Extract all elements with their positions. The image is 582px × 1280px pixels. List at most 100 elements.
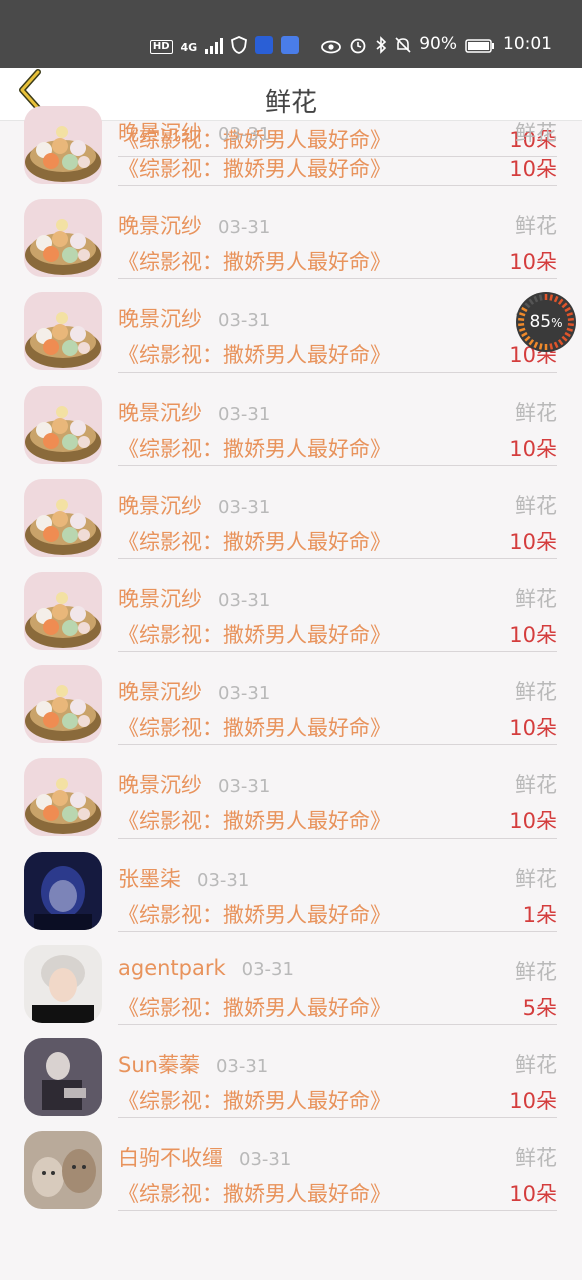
book-title: 《综影视：撒娇男人最好命》	[118, 343, 391, 368]
gauge-tick	[549, 343, 554, 350]
gift-date: 03-31	[241, 958, 294, 980]
book-title: 《综影视：撒娇男人最好命》	[118, 1088, 391, 1113]
gauge-tick	[549, 294, 554, 301]
gift-date: 03-31	[215, 1055, 269, 1077]
list-item[interactable]: Sun蓁蓁 03-31 鲜花 《综影视：撒娇男人最好命》 10朵	[0, 1025, 582, 1119]
gauge-unit: %	[551, 316, 563, 330]
gauge-tick	[553, 341, 559, 349]
book-title: 《综影视：撒娇男人最好命》	[118, 809, 391, 834]
battery-percent: 90%	[419, 34, 457, 54]
gauge-tick	[566, 327, 574, 332]
gift-amount: 1朵	[522, 902, 557, 927]
hd-indicator: HD	[149, 40, 173, 54]
list-item[interactable]: 张墨柒 03-31 鲜花《综影视：撒娇男人最好命》 1朵	[0, 839, 582, 932]
gift-amount: 10朵	[509, 1182, 557, 1207]
gift-amount: 10朵	[509, 436, 557, 461]
gift-amount: 10朵	[509, 809, 557, 834]
gauge-tick	[538, 294, 543, 301]
avatar[interactable]	[24, 851, 102, 930]
gift-amount: 10朵	[509, 529, 557, 554]
gift-type: 鲜花	[515, 1146, 557, 1171]
book-title: 《综影视：撒娇男人最好命》	[118, 902, 391, 927]
list-item[interactable]: agentpark 03-31 鲜花 《综影视：撒娇男人最好命》 5朵	[0, 932, 582, 1025]
sender-name[interactable]: 白驹不收缰	[118, 1146, 223, 1170]
sender-name[interactable]: 晚景沉纱	[118, 214, 202, 238]
list-item[interactable]: 晚景沉纱03-31鲜花《综影视：撒娇男人最好命》10朵	[0, 93, 582, 187]
avatar[interactable]	[24, 1131, 102, 1210]
gauge-tick	[538, 343, 543, 350]
book-title: 《综影视：撒娇男人最好命》	[118, 250, 391, 275]
list-item[interactable]: 晚景沉纱03-31鲜花《综影视：撒娇男人最好命》10朵	[0, 466, 582, 559]
sender-name[interactable]: 晚景沉纱	[118, 401, 202, 425]
gauge-tick	[528, 298, 535, 305]
gauge-tick	[524, 302, 531, 309]
gauge-tick	[518, 327, 526, 332]
gift-date: 03-31	[218, 403, 271, 425]
sender-name[interactable]: 晚景沉纱	[118, 307, 202, 331]
gauge-tick	[567, 323, 574, 327]
gauge-tick	[553, 295, 559, 303]
book-title: 《综影视：撒娇男人最好命》	[118, 436, 391, 461]
gift-type: 鲜花	[515, 586, 557, 611]
gift-type: 鲜花	[515, 214, 557, 239]
book-title: 《综影视：撒娇男人最好命》	[118, 529, 391, 554]
avatar[interactable]	[24, 1037, 102, 1116]
gift-date: 03-31	[218, 217, 271, 239]
music-app-icon	[281, 36, 300, 54]
avatar[interactable]	[24, 758, 102, 837]
gauge-tick	[528, 339, 535, 346]
list-item[interactable]: 晚景沉纱03-31鲜花《综影视：撒娇男人最好命》10朵	[0, 186, 582, 280]
gauge-tick	[561, 335, 568, 342]
gift-type: 鲜花	[515, 680, 557, 705]
sender-name[interactable]: 晚景沉纱	[118, 121, 202, 145]
alarm-icon	[349, 36, 367, 54]
list-item[interactable]: 晚景沉纱03-31鲜花《综影视：撒娇男人最好命》10朵	[0, 745, 582, 839]
status-bar: HD 4G 90% 10:01	[0, 0, 582, 68]
gift-date: 03-31	[197, 869, 250, 891]
avatar[interactable]	[24, 478, 102, 557]
gauge-tick	[533, 341, 539, 349]
sender-name[interactable]: 晚景沉纱	[118, 587, 202, 611]
sender-name[interactable]: 晚景沉纱	[118, 680, 202, 704]
book-title: 《综影视：撒娇男人最好命》	[118, 995, 391, 1020]
list-item[interactable]: 晚景沉纱03-31鲜花《综影视：撒娇男人最好命》10朵	[0, 652, 582, 746]
gift-list[interactable]: 晚景沉纱 03-31 鲜花 《综影视：撒娇男人最好命》 10朵 晚景沉纱 03-31 鲜花 《综…	[0, 93, 582, 1212]
avatar[interactable]	[24, 571, 102, 650]
list-item[interactable]: 白驹不收缰 03-31 鲜花 《综影视：撒娇男人最好命》 10朵	[0, 1118, 582, 1212]
gift-date: 03-31	[239, 1149, 292, 1171]
gauge-tick	[524, 335, 531, 342]
avatar[interactable]	[24, 385, 102, 464]
gauge-tick	[564, 306, 571, 313]
gift-type: 鲜花	[515, 1052, 557, 1077]
gift-type: 鲜花	[515, 773, 557, 798]
gauge-tick	[557, 339, 564, 346]
gift-date: 03-31	[218, 683, 271, 705]
gauge-tick	[518, 312, 526, 317]
floating-gauge[interactable]: 85%	[516, 292, 576, 352]
gauge-tick	[564, 331, 571, 338]
mute-bell-icon	[395, 36, 411, 54]
sender-name[interactable]: 晚景沉纱	[118, 494, 202, 518]
sender-name[interactable]: 张墨柒	[118, 867, 181, 891]
avatar[interactable]	[24, 944, 102, 1023]
gauge-tick	[521, 306, 528, 313]
gift-amount: 10朵	[509, 157, 557, 181]
gauge-tick	[518, 317, 525, 321]
sender-name[interactable]: Sun蓁蓁	[118, 1053, 200, 1077]
gauge-tick	[567, 317, 574, 321]
gift-amount: 10朵	[509, 716, 557, 741]
eye-icon	[321, 40, 342, 54]
avatar[interactable]	[24, 292, 102, 371]
battery-icon	[465, 38, 495, 54]
avatar[interactable]	[24, 665, 102, 744]
avatar[interactable]	[24, 106, 102, 184]
list-item[interactable]: 晚景沉纱03-31鲜花《综影视：撒娇男人最好命》10朵	[0, 559, 582, 653]
sender-name[interactable]: agentpark	[118, 956, 226, 980]
list-item[interactable]: 晚景沉纱03-31鲜花《综影视：撒娇男人最好命》10朵	[0, 279, 582, 373]
avatar[interactable]	[24, 199, 102, 278]
gift-type: 鲜花	[515, 866, 557, 891]
sender-name[interactable]: 晚景沉纱	[118, 773, 202, 797]
gauge-tick	[566, 312, 574, 317]
gauge-tick	[521, 331, 528, 338]
list-item[interactable]: 晚景沉纱03-31鲜花《综影视：撒娇男人最好命》10朵	[0, 373, 582, 466]
